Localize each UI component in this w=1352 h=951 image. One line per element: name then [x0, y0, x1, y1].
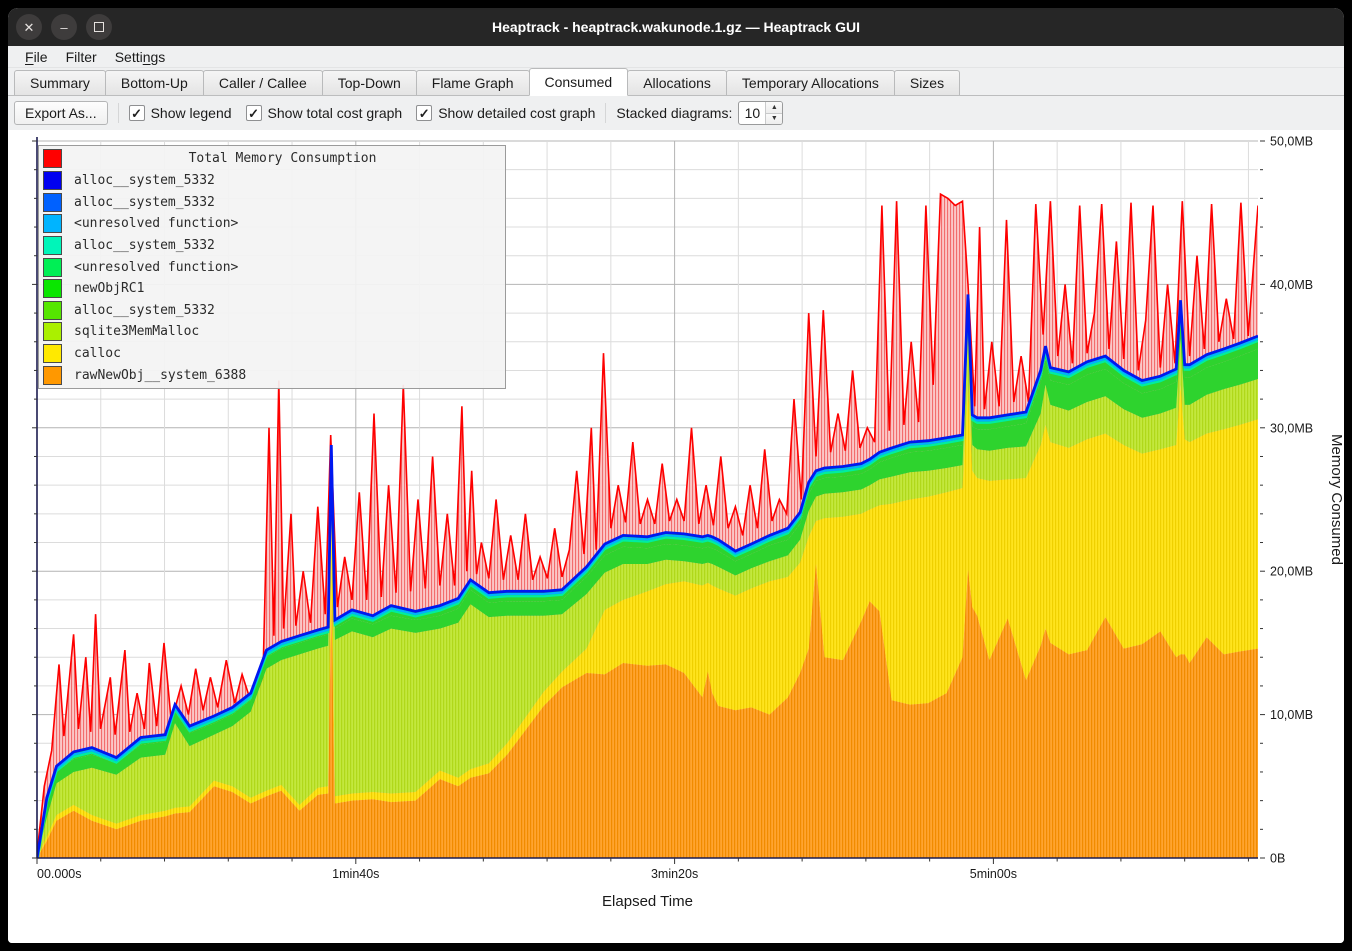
legend-item: alloc__system_5332 — [41, 191, 503, 213]
x-tick-label: 3min20s — [651, 867, 698, 881]
checkbox-show-detailed-cost-graph[interactable]: ✓ Show detailed cost graph — [416, 105, 595, 121]
legend-item: alloc__system_5332 — [41, 170, 503, 192]
y-tick-label: 50,0MB — [1270, 135, 1313, 149]
legend-swatch — [43, 258, 62, 277]
legend-label: alloc__system_5332 — [74, 303, 215, 318]
tab-sizes[interactable]: Sizes — [894, 70, 960, 95]
y-tick-label: 0B — [1270, 852, 1285, 866]
toolbar-separator — [605, 103, 606, 123]
spinner-arrows: ▲ ▼ — [765, 102, 782, 124]
chart-legend: Total Memory Consumption alloc__system_53… — [38, 145, 506, 389]
legend-label: <unresolved function> — [74, 260, 238, 275]
y-tick-label: 30,0MB — [1270, 421, 1313, 435]
menu-file[interactable]: File — [16, 48, 57, 66]
legend-label: newObjRC1 — [74, 281, 144, 296]
legend-swatch — [43, 322, 62, 341]
spin-down-button[interactable]: ▼ — [766, 114, 782, 125]
tab-bar: SummaryBottom-UpCaller / CalleeTop-DownF… — [8, 68, 1344, 96]
legend-swatch — [43, 301, 62, 320]
window-controls: ✕ – — [16, 8, 112, 46]
legend-swatch — [43, 344, 62, 363]
tab-caller-callee[interactable]: Caller / Callee — [203, 70, 323, 95]
legend-title: Total Memory Consumption — [62, 151, 503, 166]
legend-item: newObjRC1 — [41, 278, 503, 300]
legend-swatch — [43, 214, 62, 233]
toolbar-checkboxes: ✓ Show legend ✓ Show total cost graph ✓ Show … — [129, 105, 596, 121]
stacked-diagrams-group: Stacked diagrams: 10 ▲ ▼ — [616, 101, 783, 125]
memory-consumed-chart[interactable]: 00.000s 1min40s 3min20s 5min00s 0B 10,0MB 20,0… — [8, 130, 1344, 943]
y-tick-label: 20,0MB — [1270, 565, 1313, 579]
checkbox-label: Show detailed cost graph — [438, 105, 595, 121]
menu-settings[interactable]: Settings — [106, 48, 175, 66]
y-axis-title: Memory Consumed — [1328, 434, 1344, 565]
spin-up-button[interactable]: ▲ — [766, 102, 782, 114]
tab-temporary-allocations[interactable]: Temporary Allocations — [726, 70, 895, 95]
checkbox-show-legend[interactable]: ✓ Show legend — [129, 105, 232, 121]
legend-label: alloc__system_5332 — [74, 238, 215, 253]
checkbox-show-total-cost-graph[interactable]: ✓ Show total cost graph — [246, 105, 403, 121]
legend-swatch — [43, 236, 62, 255]
stacked-diagrams-label: Stacked diagrams: — [616, 105, 732, 121]
legend-swatch — [43, 193, 62, 212]
legend-item: alloc__system_5332 — [41, 235, 503, 257]
checkmark-icon: ✓ — [416, 105, 432, 121]
checkmark-icon: ✓ — [246, 105, 262, 121]
legend-swatch — [43, 366, 62, 385]
stacked-diagrams-spinner[interactable]: 10 ▲ ▼ — [738, 101, 783, 125]
x-tick-label: 5min00s — [970, 867, 1017, 881]
tab-summary[interactable]: Summary — [14, 70, 106, 95]
legend-title-row: Total Memory Consumption — [41, 148, 503, 170]
legend-label: rawNewObj__system_6388 — [74, 368, 246, 383]
toolbar-separator — [118, 103, 119, 123]
tab-consumed[interactable]: Consumed — [529, 68, 629, 96]
legend-swatch — [43, 171, 62, 190]
tab-flame-graph[interactable]: Flame Graph — [416, 70, 530, 95]
tab-allocations[interactable]: Allocations — [627, 70, 727, 95]
tab-top-down[interactable]: Top-Down — [322, 70, 417, 95]
y-tick-label: 40,0MB — [1270, 278, 1313, 292]
maximize-button[interactable] — [86, 14, 112, 40]
x-axis-title: Elapsed Time — [602, 893, 693, 910]
close-button[interactable]: ✕ — [16, 14, 42, 40]
tab-bottom-up[interactable]: Bottom-Up — [105, 70, 204, 95]
legend-item: alloc__system_5332 — [41, 299, 503, 321]
legend-swatch-total — [43, 149, 62, 168]
legend-label: alloc__system_5332 — [74, 195, 215, 210]
legend-swatch — [43, 279, 62, 298]
legend-label: calloc — [74, 346, 121, 361]
legend-item: <unresolved function> — [41, 256, 503, 278]
stacked-diagrams-value: 10 — [739, 102, 765, 124]
legend-item: sqlite3MemMalloc — [41, 321, 503, 343]
x-tick-label: 00.000s — [37, 867, 81, 881]
checkmark-icon: ✓ — [129, 105, 145, 121]
maximize-icon — [94, 22, 104, 32]
window-title: Heaptrack - heaptrack.wakunode.1.gz — He… — [492, 19, 860, 35]
menu-bar: FileFilterSettings — [8, 46, 1344, 68]
checkbox-label: Show legend — [151, 105, 232, 121]
legend-label: <unresolved function> — [74, 216, 238, 231]
y-tick-label: 10,0MB — [1270, 708, 1313, 722]
toolbar: Export As... ✓ Show legend ✓ Show total cos… — [8, 96, 1344, 130]
legend-item: calloc — [41, 343, 503, 365]
title-bar: ✕ – Heaptrack - heaptrack.wakunode.1.gz … — [8, 8, 1344, 46]
legend-label: alloc__system_5332 — [74, 173, 215, 188]
checkbox-label: Show total cost graph — [268, 105, 403, 121]
x-tick-label: 1min40s — [332, 867, 379, 881]
app-window: ✕ – Heaptrack - heaptrack.wakunode.1.gz … — [8, 8, 1344, 943]
legend-label: sqlite3MemMalloc — [74, 324, 199, 339]
legend-item: rawNewObj__system_6388 — [41, 364, 503, 386]
minimize-button[interactable]: – — [51, 14, 77, 40]
export-as-button[interactable]: Export As... — [14, 101, 108, 125]
legend-item: <unresolved function> — [41, 213, 503, 235]
menu-filter[interactable]: Filter — [57, 48, 106, 66]
